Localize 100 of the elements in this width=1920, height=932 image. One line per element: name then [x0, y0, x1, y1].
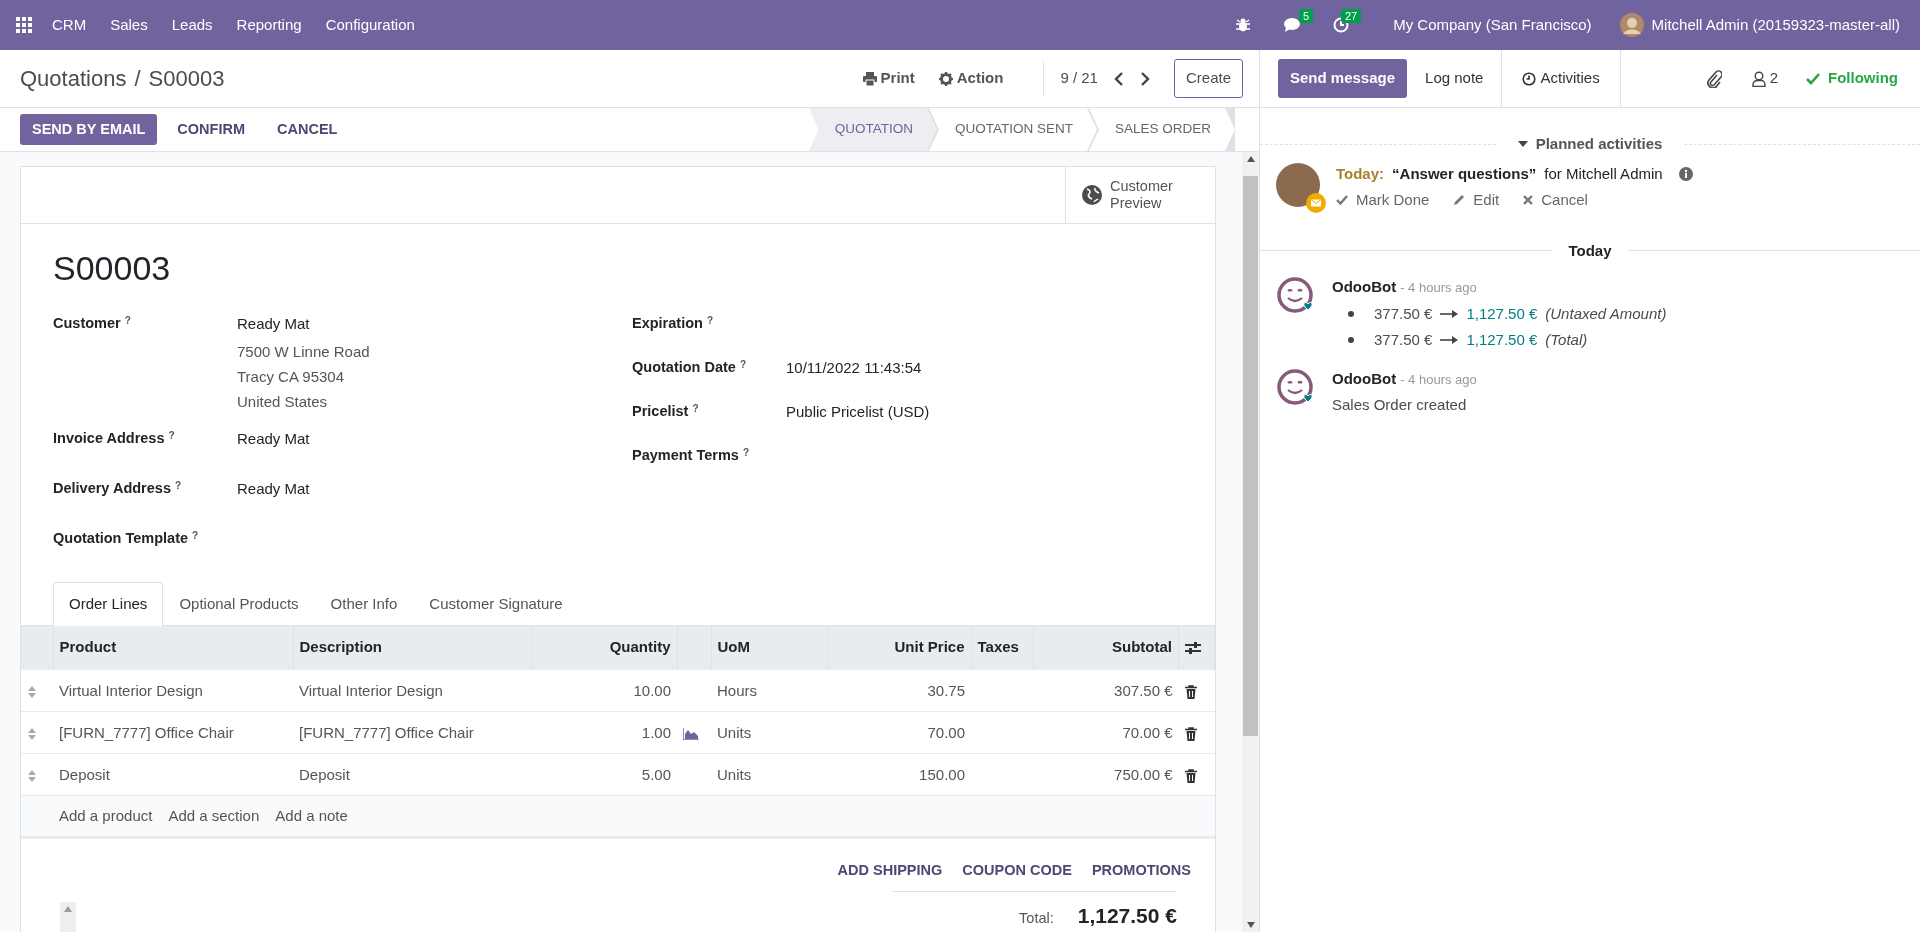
area-chart-icon[interactable] [683, 727, 699, 740]
address-line: 7500 W Linne Road [237, 342, 370, 363]
send-message-button[interactable]: Send message [1278, 59, 1408, 98]
menu-item[interactable]: Reporting [224, 13, 314, 37]
menu-item[interactable]: Configuration [313, 13, 427, 37]
activity-summary: “Answer questions” [1392, 163, 1537, 184]
form-tab[interactable]: Other Info [314, 582, 414, 626]
chevron-left-icon[interactable] [1113, 71, 1124, 86]
scrollbar-thumb[interactable] [1243, 176, 1258, 736]
help-tooltip[interactable]: ? [739, 356, 747, 372]
status-stage[interactable]: QUOTATION [808, 108, 937, 151]
field-value[interactable]: Ready Mat [237, 478, 310, 501]
bug-icon[interactable] [1235, 17, 1252, 33]
field-value[interactable]: Public Pricelist (USD) [786, 400, 930, 424]
bot-avatar-icon [1276, 276, 1316, 316]
column-header[interactable]: Description [293, 625, 531, 670]
log-note-button[interactable]: Log note [1407, 49, 1502, 108]
table-cell: 1.00 [531, 711, 677, 754]
field-value[interactable]: Ready Mat [237, 428, 310, 451]
app-name[interactable]: CRM [40, 13, 99, 37]
drag-handle-icon[interactable] [27, 684, 37, 699]
check-icon [1336, 195, 1348, 206]
apps-menu-icon[interactable] [16, 17, 32, 33]
column-header[interactable]: Taxes [971, 625, 1033, 670]
add-line-link[interactable]: Add a section [168, 805, 260, 828]
table-cell: Units [711, 753, 828, 796]
form-tab[interactable]: Order Lines [53, 582, 164, 626]
paperclip-icon[interactable] [1705, 69, 1722, 88]
user-avatar-icon[interactable] [1619, 13, 1644, 37]
help-tooltip[interactable]: ? [168, 428, 175, 444]
message-time: - 4 hours ago [1400, 279, 1477, 297]
help-tooltip[interactable]: ? [706, 312, 713, 328]
field-value[interactable]: 10/11/2022 11:43:54 [786, 356, 922, 380]
header-button[interactable]: CONFIRM [165, 113, 257, 146]
status-stage[interactable]: SALES ORDER [1088, 108, 1235, 151]
add-line-link[interactable]: Add a product [59, 805, 153, 828]
tracked-field: (Total) [1545, 329, 1588, 352]
scrollbar[interactable] [1242, 152, 1259, 932]
field-value[interactable]: Ready Mat [237, 312, 370, 336]
print-button[interactable]: Print [862, 67, 915, 90]
footer-action-button[interactable]: COUPON CODE [954, 859, 1080, 884]
date-separator: Today [1568, 240, 1612, 261]
activities-button[interactable]: Activities [1501, 49, 1621, 108]
drag-handle-icon[interactable] [27, 726, 37, 741]
trash-icon[interactable] [1184, 726, 1197, 741]
new-value: 1,127.50 € [1466, 303, 1538, 324]
trash-icon[interactable] [1184, 684, 1197, 699]
globe-icon [1082, 185, 1102, 205]
action-button[interactable]: Action [938, 67, 1004, 90]
drag-handle-icon[interactable] [27, 768, 37, 783]
company-switcher[interactable]: My Company (San Francisco) [1381, 13, 1604, 37]
chat-icon[interactable] [1283, 17, 1302, 33]
form-tab[interactable]: Customer Signature [413, 582, 579, 626]
info-icon[interactable] [1678, 166, 1693, 181]
edit-activity-button[interactable]: Edit [1453, 189, 1500, 212]
mark-done-button[interactable]: Mark Done [1336, 189, 1430, 212]
breadcrumb-separator: / [134, 65, 141, 93]
breadcrumb-link[interactable]: Quotations [20, 62, 127, 95]
trash-icon[interactable] [1184, 768, 1197, 783]
column-header[interactable]: Unit Price [828, 625, 971, 670]
scroll-down-icon[interactable] [1246, 922, 1255, 928]
gear-icon [938, 71, 953, 86]
table-cell: 70.00 € [1033, 711, 1179, 754]
help-tooltip[interactable]: ? [742, 444, 750, 460]
cancel-activity-button[interactable]: Cancel [1523, 189, 1588, 212]
bullet-icon [1348, 310, 1354, 317]
activity-assignee: for Mitchell Admin [1544, 163, 1663, 184]
status-stage[interactable]: QUOTATION SENT [928, 108, 1097, 151]
scroll-up-icon[interactable] [1246, 156, 1255, 162]
field-label: Pricelist [632, 401, 689, 421]
column-settings-icon[interactable] [1185, 641, 1201, 656]
footer-action-button[interactable]: PROMOTIONS [1083, 859, 1199, 884]
column-header[interactable]: Subtotal [1033, 625, 1179, 670]
form-tab[interactable]: Optional Products [163, 582, 315, 626]
table-cell: 750.00 € [1033, 753, 1179, 796]
table-cell: 5.00 [531, 753, 677, 796]
old-value: 377.50 € [1374, 330, 1433, 350]
create-button[interactable]: Create [1173, 59, 1243, 98]
add-line-link[interactable]: Add a note [275, 805, 348, 828]
menu-item[interactable]: Leads [159, 13, 225, 37]
column-header[interactable]: Quantity [531, 625, 677, 670]
chevron-right-icon[interactable] [1139, 71, 1150, 86]
table-cell: Units [711, 711, 828, 754]
caret-down-icon [1517, 141, 1528, 148]
help-tooltip[interactable]: ? [692, 400, 699, 416]
planned-activities-toggle[interactable]: Planned activities [1511, 132, 1669, 157]
help-tooltip[interactable]: ? [174, 478, 182, 494]
footer-action-button[interactable]: ADD SHIPPING [829, 859, 951, 884]
scroll-arrow-handle[interactable] [60, 902, 76, 932]
send-email-button[interactable]: SEND BY EMAIL [20, 113, 158, 146]
header-button[interactable]: CANCEL [265, 113, 350, 146]
user-menu[interactable]: Mitchell Admin (20159323-master-all) [1643, 13, 1912, 37]
help-tooltip[interactable]: ? [124, 312, 131, 328]
column-header[interactable]: UoM [711, 625, 828, 670]
column-header[interactable]: Product [53, 625, 293, 670]
followers-button[interactable]: 2 [1745, 66, 1784, 91]
check-icon [1806, 72, 1820, 85]
help-tooltip[interactable]: ? [192, 528, 199, 544]
field-label: Expiration [632, 313, 703, 333]
menu-item[interactable]: Sales [98, 13, 160, 37]
